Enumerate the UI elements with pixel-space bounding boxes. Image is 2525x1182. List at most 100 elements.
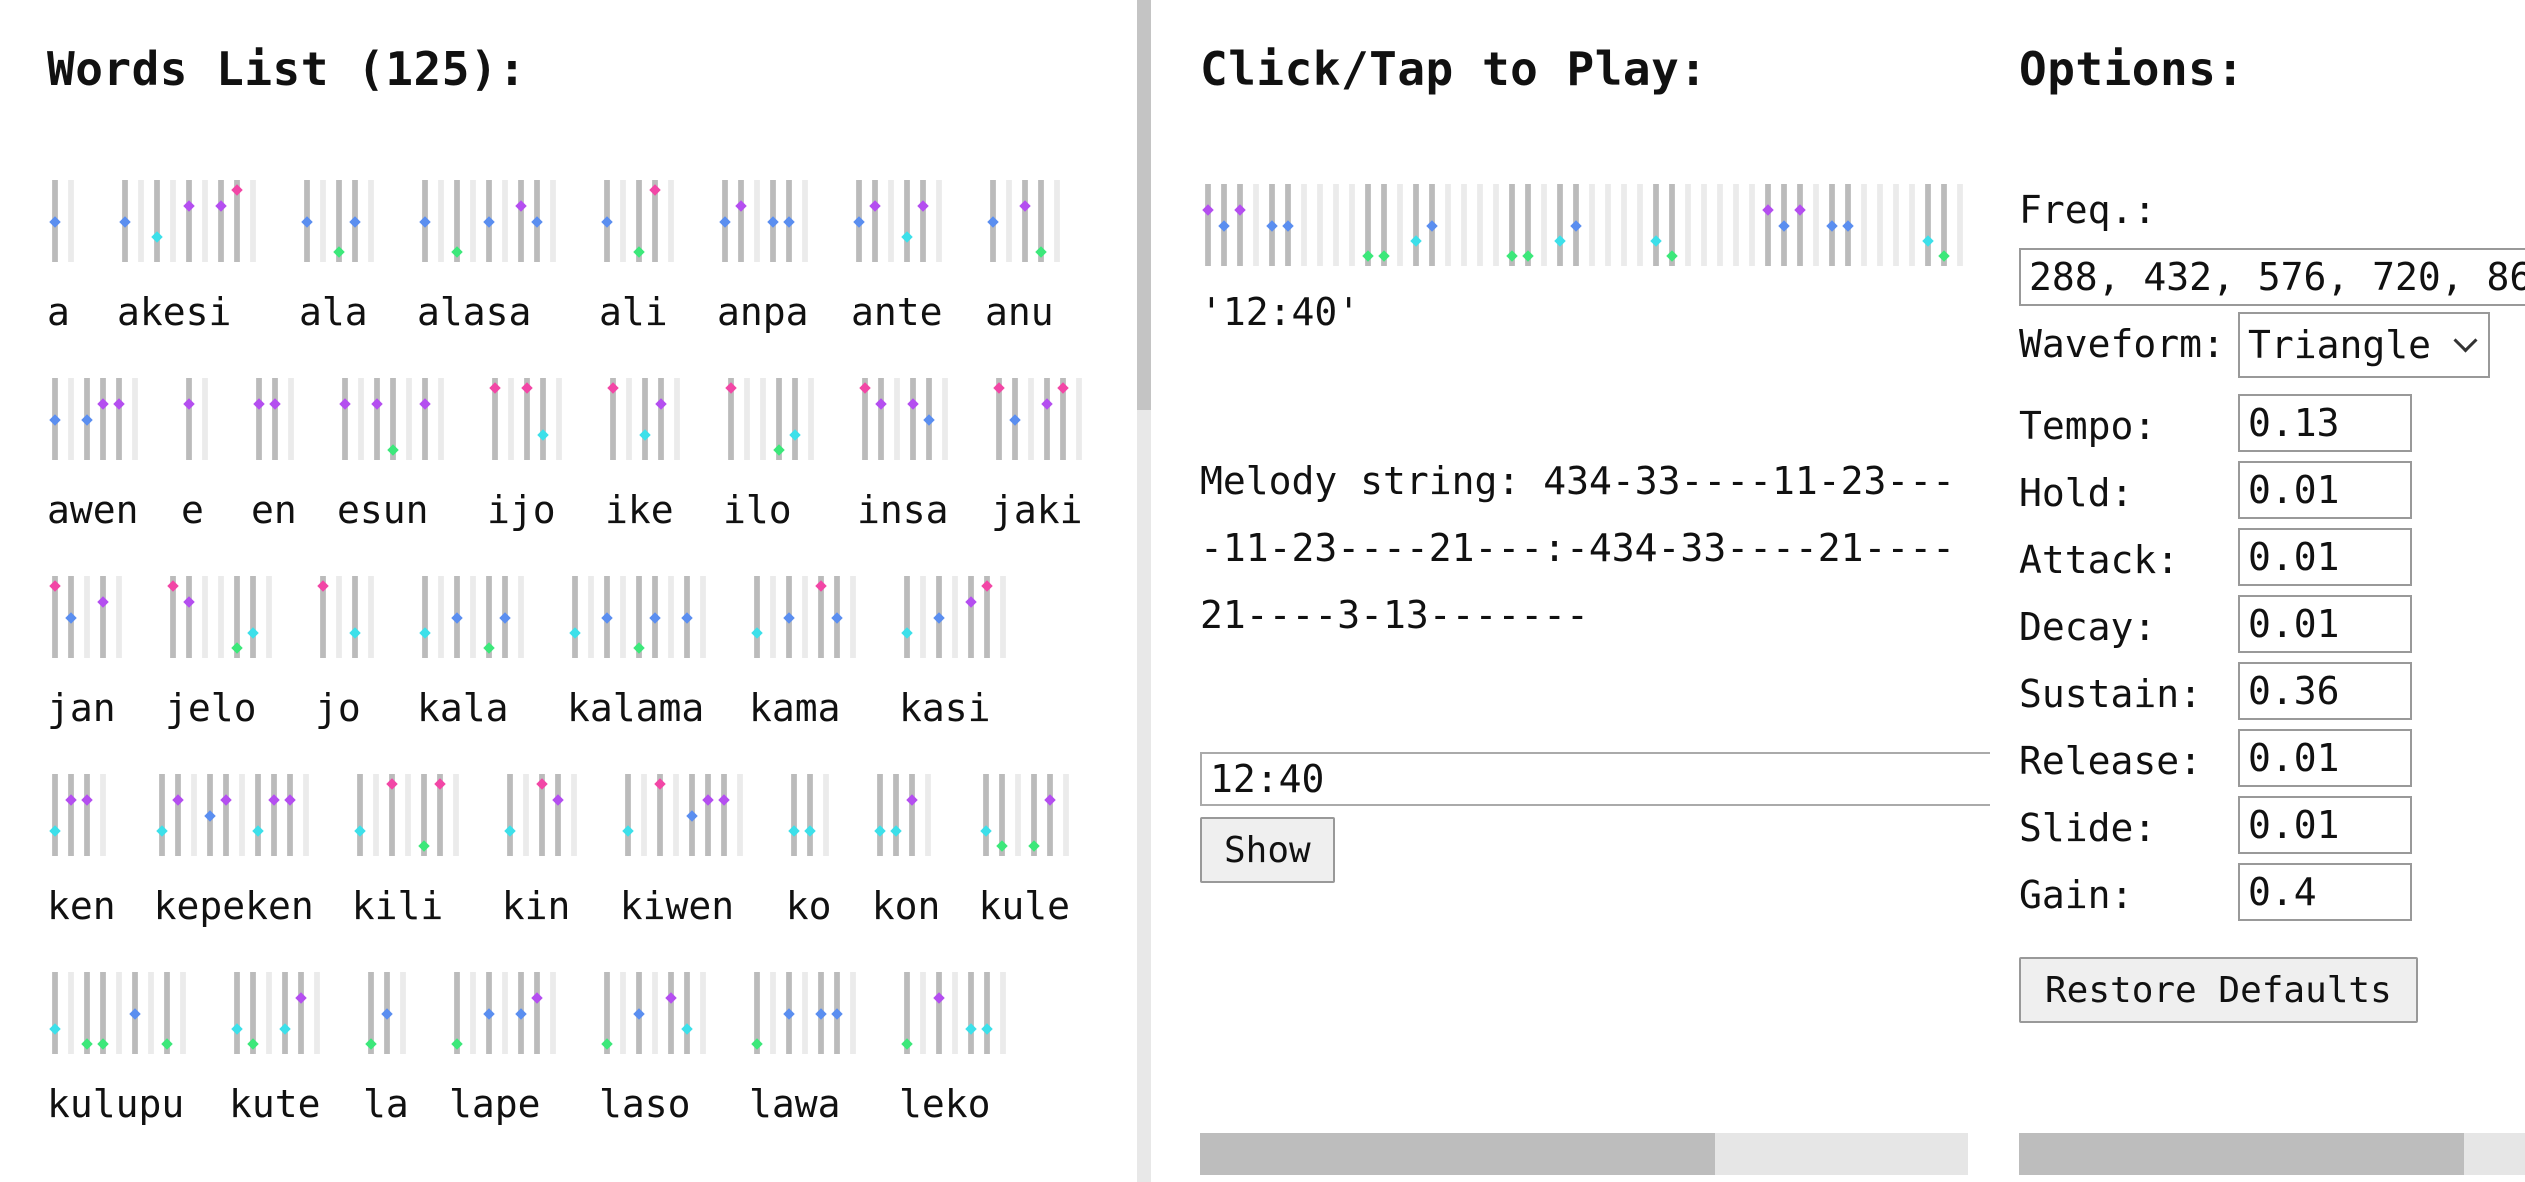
word-melody[interactable]	[417, 180, 561, 262]
word-item[interactable]: alasa	[417, 180, 561, 340]
release-input[interactable]	[2238, 729, 2412, 787]
attack-input[interactable]	[2238, 528, 2412, 586]
sustain-input[interactable]	[2238, 662, 2412, 720]
word-melody[interactable]	[985, 180, 1065, 262]
melody-column	[256, 378, 262, 460]
word-melody[interactable]	[337, 378, 449, 460]
play-scrollbar-thumb[interactable]	[1200, 1133, 1715, 1175]
word-melody[interactable]	[363, 972, 411, 1054]
word-melody[interactable]	[851, 180, 947, 262]
word-item[interactable]: lape	[449, 972, 561, 1132]
word-melody[interactable]	[229, 972, 325, 1054]
word-item[interactable]: kin	[502, 774, 582, 934]
word-item[interactable]: kasi	[899, 576, 1011, 736]
options-scrollbar-thumb[interactable]	[2019, 1133, 2465, 1175]
word-item[interactable]: kili	[352, 774, 464, 934]
word-melody[interactable]	[117, 180, 261, 262]
word-melody[interactable]	[620, 774, 748, 856]
word-melody[interactable]	[417, 576, 529, 658]
word-item[interactable]: ijo	[487, 378, 567, 538]
word-melody[interactable]	[991, 378, 1087, 460]
word-melody[interactable]	[251, 378, 299, 460]
freq-input[interactable]	[2019, 248, 2525, 306]
word-melody[interactable]	[47, 972, 191, 1054]
melody-column	[942, 378, 948, 460]
word-melody[interactable]	[857, 378, 953, 460]
word-melody[interactable]	[567, 576, 711, 658]
word-item[interactable]: kama	[749, 576, 861, 736]
word-melody[interactable]	[599, 972, 711, 1054]
word-melody[interactable]	[502, 774, 582, 856]
word-item[interactable]: jo	[315, 576, 379, 736]
restore-defaults-button[interactable]: Restore Defaults	[2019, 957, 2418, 1023]
word-melody[interactable]	[449, 972, 561, 1054]
word-item[interactable]: ilo	[723, 378, 819, 538]
melody-column	[422, 576, 428, 658]
word-item[interactable]: jelo	[165, 576, 277, 736]
word-melody[interactable]	[47, 180, 79, 262]
word-item[interactable]: kala	[417, 576, 529, 736]
word-melody[interactable]	[899, 576, 1011, 658]
play-melody-visual[interactable]	[1200, 184, 1968, 266]
slide-input[interactable]	[2238, 796, 2412, 854]
word-item[interactable]: lawa	[749, 972, 861, 1132]
word-item[interactable]: a	[47, 180, 79, 340]
word-item[interactable]: kalama	[567, 576, 711, 736]
word-item[interactable]: awen	[47, 378, 143, 538]
word-melody[interactable]	[487, 378, 567, 460]
word-melody[interactable]	[165, 576, 277, 658]
word-melody[interactable]	[599, 180, 679, 262]
decay-input[interactable]	[2238, 595, 2412, 653]
word-item[interactable]: en	[251, 378, 299, 538]
word-melody[interactable]	[47, 378, 143, 460]
word-item[interactable]: kulupu	[47, 972, 191, 1132]
word-item[interactable]: ken	[47, 774, 116, 934]
word-melody[interactable]	[717, 180, 813, 262]
word-item[interactable]: ante	[851, 180, 947, 340]
play-melody-svg[interactable]	[1200, 184, 1968, 266]
word-item[interactable]: ala	[299, 180, 379, 340]
word-item[interactable]: akesi	[117, 180, 261, 340]
word-item[interactable]: kepeken	[154, 774, 314, 934]
word-melody[interactable]	[749, 972, 861, 1054]
word-item[interactable]: esun	[337, 378, 449, 538]
word-item[interactable]: ali	[599, 180, 679, 340]
word-item[interactable]: anpa	[717, 180, 813, 340]
hold-input[interactable]	[2238, 461, 2412, 519]
word-item[interactable]: jaki	[991, 378, 1087, 538]
word-item[interactable]: kiwen	[620, 774, 748, 934]
word-melody[interactable]	[899, 972, 1011, 1054]
word-melody[interactable]	[978, 774, 1074, 856]
gain-input[interactable]	[2238, 863, 2412, 921]
word-melody[interactable]	[299, 180, 379, 262]
word-item[interactable]: la	[363, 972, 411, 1132]
word-item[interactable]: kon	[872, 774, 940, 934]
word-item[interactable]: insa	[857, 378, 953, 538]
word-item[interactable]: anu	[985, 180, 1065, 340]
word-melody[interactable]	[352, 774, 464, 856]
word-item[interactable]: ko	[786, 774, 834, 934]
word-melody[interactable]	[181, 378, 213, 460]
word-item[interactable]: ike	[605, 378, 685, 538]
word-item[interactable]: jan	[47, 576, 127, 736]
waveform-select[interactable]: Triangle	[2238, 312, 2490, 378]
code-input[interactable]	[1200, 752, 1990, 806]
melody-note	[917, 200, 929, 212]
word-item[interactable]: e	[181, 378, 213, 538]
word-melody[interactable]	[47, 774, 111, 856]
word-melody[interactable]	[47, 576, 127, 658]
panel-scrollbar-thumb[interactable]	[1137, 0, 1151, 410]
word-item[interactable]: kute	[229, 972, 325, 1132]
word-melody[interactable]	[605, 378, 685, 460]
show-button[interactable]: Show	[1200, 817, 1335, 883]
word-melody[interactable]	[749, 576, 861, 658]
word-melody[interactable]	[872, 774, 936, 856]
tempo-input[interactable]	[2238, 394, 2412, 452]
word-melody[interactable]	[723, 378, 819, 460]
word-melody[interactable]	[315, 576, 379, 658]
word-item[interactable]: kule	[978, 774, 1074, 934]
word-melody[interactable]	[786, 774, 834, 856]
word-item[interactable]: laso	[599, 972, 711, 1132]
word-item[interactable]: leko	[899, 972, 1011, 1132]
word-melody[interactable]	[154, 774, 314, 856]
